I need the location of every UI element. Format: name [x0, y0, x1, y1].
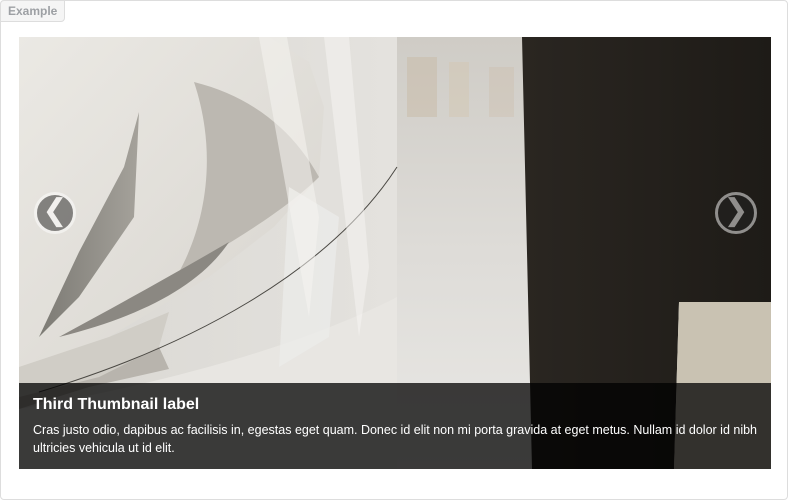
carousel-next-button[interactable]: ❯ — [715, 192, 757, 234]
example-panel: Example ❮ ❯ Third Thumbnail label Cras j… — [0, 0, 788, 500]
carousel-caption: Third Thumbnail label Cras justo odio, d… — [19, 383, 771, 469]
carousel-prev-button[interactable]: ❮ — [34, 192, 76, 234]
caption-title: Third Thumbnail label — [33, 396, 200, 413]
chevron-right-icon: ❯ — [723, 193, 749, 228]
caption-text: Cras justo odio, dapibus ac facilisis in… — [33, 423, 757, 455]
example-label: Example — [0, 0, 66, 22]
image-carousel[interactable]: ❮ ❯ Third Thumbnail label Cras justo odi… — [19, 37, 771, 469]
chevron-left-icon: ❮ — [42, 193, 68, 228]
